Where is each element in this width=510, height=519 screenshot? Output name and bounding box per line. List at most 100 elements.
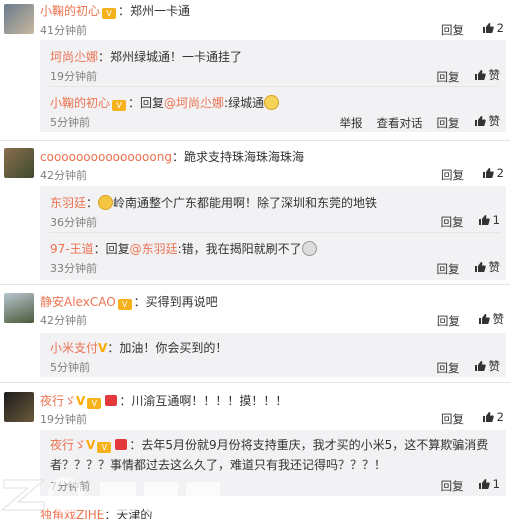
reply-button[interactable]: 回复 bbox=[441, 168, 464, 182]
thumbs-up-icon bbox=[478, 479, 490, 489]
comment-text: ：郑州一卡通 bbox=[118, 4, 191, 18]
username[interactable]: 静安AlexCAO bbox=[40, 295, 116, 309]
reply-text-tail: :错，我在揭阳就刷不了 bbox=[177, 242, 302, 256]
report-button[interactable]: 举报 bbox=[340, 116, 363, 130]
verified-icon: V bbox=[98, 341, 108, 355]
divider bbox=[50, 86, 500, 87]
like-button[interactable]: 赞 bbox=[474, 259, 501, 275]
thumbs-up-icon bbox=[474, 262, 486, 272]
reply-item: 小米支付V：加油！你会买到的！ 5分钟前 回复 赞 bbox=[50, 333, 506, 377]
like-label: 赞 bbox=[488, 359, 501, 373]
thumbs-up-icon bbox=[478, 215, 490, 225]
comment-actions: 回复 2 bbox=[427, 21, 504, 38]
comment-item: cooooooooooooooong：跪求支持珠海珠海珠海 42分钟前 回复 2… bbox=[0, 142, 510, 284]
smile-emoji-icon bbox=[98, 195, 114, 210]
comment-text: ：跪求支持珠海珠海珠海 bbox=[171, 150, 304, 164]
reply-button[interactable]: 回复 bbox=[437, 314, 460, 328]
like-button[interactable]: 赞 bbox=[474, 113, 501, 129]
reply-button[interactable]: 回复 bbox=[437, 116, 460, 130]
thumbs-up-icon bbox=[474, 361, 486, 371]
reply-list: 东羽廷： 岭南通整个广东都能用啊！除了深圳和东莞的地铁 36分钟前 回复 1 97-… bbox=[40, 186, 506, 280]
avatar[interactable] bbox=[4, 392, 34, 422]
reply-button[interactable]: 回复 bbox=[437, 262, 460, 276]
timestamp: 41分钟前 bbox=[40, 24, 87, 37]
like-button[interactable]: 赞 bbox=[478, 311, 505, 327]
reply-list: 小米支付V：加油！你会买到的！ 5分钟前 回复 赞 bbox=[40, 333, 506, 377]
reply-text: ： bbox=[86, 196, 99, 210]
reply-button[interactable]: 回复 bbox=[441, 23, 464, 37]
thumbs-up-icon bbox=[474, 116, 486, 126]
avatar[interactable] bbox=[4, 293, 34, 323]
like-count: 2 bbox=[496, 21, 504, 35]
thumbs-up-icon bbox=[474, 70, 486, 80]
red-envelope-icon bbox=[105, 395, 118, 406]
reply-timestamp: 33分钟前 bbox=[50, 262, 97, 275]
comment-item: 静安AlexCAO V ：买得到再说吧 42分钟前 回复 赞 小米支付V：加油！你会… bbox=[0, 285, 510, 381]
verified-icon: V bbox=[76, 394, 86, 408]
red-envelope-icon bbox=[115, 439, 128, 450]
timestamp: 42分钟前 bbox=[40, 169, 87, 182]
like-button[interactable]: 2 bbox=[482, 410, 504, 424]
reply-timestamp: 5分钟前 bbox=[50, 361, 90, 374]
reply-item: 东羽廷： 岭南通整个广东都能用啊！除了深圳和东莞的地铁 36分钟前 回复 1 bbox=[50, 186, 506, 230]
reply-button[interactable]: 回复 bbox=[441, 479, 464, 493]
reply-username[interactable]: 东羽廷 bbox=[50, 196, 86, 210]
reply-button[interactable]: 回复 bbox=[437, 361, 460, 375]
avatar[interactable] bbox=[4, 148, 34, 178]
like-label: 赞 bbox=[492, 312, 505, 326]
zol-watermark-logo bbox=[0, 470, 260, 519]
username[interactable]: cooooooooooooooong bbox=[40, 150, 172, 164]
divider bbox=[50, 232, 500, 233]
username[interactable]: 夜行ゞ bbox=[40, 394, 76, 408]
reply-button[interactable]: 回复 bbox=[441, 215, 464, 229]
like-button[interactable]: 赞 bbox=[474, 67, 501, 83]
reply-text: ：加油！你会买到的！ bbox=[107, 341, 228, 355]
like-label: 赞 bbox=[488, 260, 501, 274]
reply-text: ：回复 bbox=[93, 242, 130, 256]
username[interactable]: 小鞠的初心 bbox=[40, 4, 100, 18]
like-label: 赞 bbox=[488, 68, 501, 82]
timestamp: 42分钟前 bbox=[40, 314, 87, 327]
avatar[interactable] bbox=[4, 4, 34, 34]
reply-text-tail: 岭南通整个广东都能用啊！除了深圳和东莞的地铁 bbox=[113, 196, 378, 210]
reply-text: ：郑州绿城通！一卡通挂了 bbox=[98, 50, 243, 64]
like-button[interactable]: 1 bbox=[478, 477, 500, 491]
cry-emoji-icon bbox=[301, 241, 317, 256]
grin-emoji-icon bbox=[264, 95, 280, 110]
like-button[interactable]: 赞 bbox=[474, 358, 501, 374]
reply-item: 小鞠的初心 V ：回复@坷尚尐娜:绿城通 5分钟前 举报 查看对话 回复 赞 bbox=[50, 88, 506, 132]
like-count: 2 bbox=[496, 166, 504, 180]
reply-text: ：去年5月份就9月份将支持重庆，我才买的小米5，这不算欺骗消费 bbox=[129, 438, 489, 452]
reply-username[interactable]: 小米支付 bbox=[50, 341, 98, 355]
view-conversation-button[interactable]: 查看对话 bbox=[377, 116, 423, 130]
mention-link[interactable]: @坷尚尐娜 bbox=[164, 96, 224, 110]
timestamp: 19分钟前 bbox=[40, 413, 87, 426]
vip-badge-icon: V bbox=[112, 100, 127, 111]
reply-username[interactable]: 夜行ゞ bbox=[50, 438, 86, 452]
like-button[interactable]: 2 bbox=[482, 166, 504, 180]
reply-item: 坷尚尐娜：郑州绿城通！一卡通挂了 19分钟前 回复 赞 bbox=[50, 40, 506, 84]
reply-timestamp: 19分钟前 bbox=[50, 70, 97, 83]
reply-list: 坷尚尐娜：郑州绿城通！一卡通挂了 19分钟前 回复赞 小鞠的初心 V ：回复@坷尚尐… bbox=[40, 40, 506, 132]
like-label: 赞 bbox=[488, 114, 501, 128]
thumbs-up-icon bbox=[482, 23, 494, 33]
like-count: 1 bbox=[492, 213, 500, 227]
like-button[interactable]: 1 bbox=[478, 213, 500, 227]
comment-item: 小鞠的初心 V ：郑州一卡通 41分钟前 回复 2 坷尚尐娜：郑州绿城通！一卡通挂了… bbox=[0, 0, 510, 142]
like-button[interactable]: 2 bbox=[482, 21, 504, 35]
comment-text: ：买得到再说吧 bbox=[133, 295, 218, 309]
divider bbox=[0, 382, 510, 383]
vip-badge-icon: V bbox=[87, 398, 102, 409]
reply-button[interactable]: 回复 bbox=[441, 412, 464, 426]
vip-badge-icon: V bbox=[102, 8, 117, 19]
like-count: 1 bbox=[492, 477, 500, 491]
reply-button[interactable]: 回复 bbox=[437, 70, 460, 84]
reply-username[interactable]: 97-王道 bbox=[50, 242, 94, 256]
like-count: 2 bbox=[496, 410, 504, 424]
reply-username[interactable]: 坷尚尐娜 bbox=[50, 50, 98, 64]
comment-text: ：川渝互通啊！！！！摸！！！ bbox=[119, 394, 288, 408]
reply-username[interactable]: 小鞠的初心 bbox=[50, 96, 110, 110]
mention-link[interactable]: @东羽廷 bbox=[130, 242, 178, 256]
reply-text: ：回复 bbox=[128, 96, 165, 110]
reply-timestamp: 5分钟前 bbox=[50, 116, 90, 129]
